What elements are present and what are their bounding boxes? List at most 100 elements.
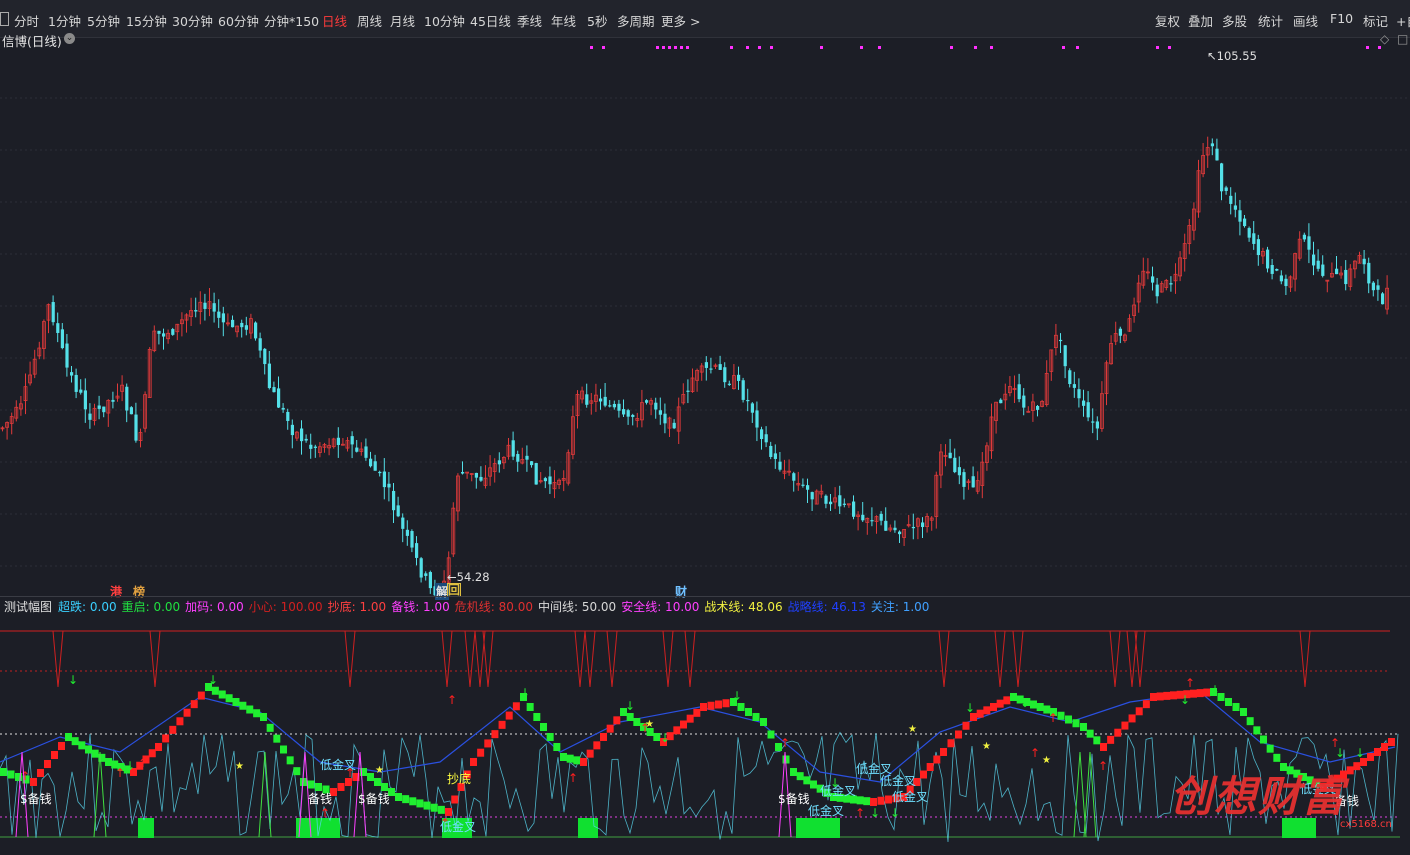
- toolbar-right-6[interactable]: 标记: [1363, 11, 1388, 30]
- candle: [171, 327, 175, 336]
- svg-text:↑: ↑: [1048, 711, 1058, 725]
- candlestick-chart[interactable]: [0, 38, 1410, 596]
- candle: [741, 377, 745, 403]
- toolbar-right-2[interactable]: 多股: [1222, 11, 1247, 30]
- pane-divider[interactable]: [0, 596, 1410, 597]
- candle: [929, 516, 934, 531]
- candle: [861, 501, 865, 522]
- candle: [699, 363, 704, 381]
- candle: [92, 403, 97, 426]
- candle: [525, 445, 529, 472]
- candle: [474, 472, 478, 489]
- candle: [847, 503, 851, 508]
- candle: [557, 478, 561, 490]
- candle: [654, 397, 658, 419]
- candle: [506, 437, 511, 460]
- candle: [147, 347, 152, 398]
- tag-buyback[interactable]: 回: [447, 583, 462, 597]
- svg-text:↑: ↑: [115, 766, 125, 780]
- indicator-annotation: 备钱: [308, 792, 333, 806]
- candle: [713, 363, 718, 369]
- period-tab-11[interactable]: 45日线: [470, 11, 511, 30]
- svg-text:↓: ↓: [965, 701, 975, 715]
- candle: [419, 556, 423, 583]
- indicator-header: 测试幅图 超跌: 0.00 重启: 0.00 加码: 0.00 小心: 100.00 抄底…: [0, 598, 1410, 614]
- candle: [884, 507, 888, 531]
- period-tab-7[interactable]: 日线: [322, 11, 347, 30]
- candle: [989, 403, 994, 459]
- candle: [921, 517, 925, 539]
- candle: [704, 356, 708, 381]
- period-tab-5[interactable]: 60分钟: [218, 11, 259, 30]
- toolbar-right-5[interactable]: F10: [1330, 11, 1353, 26]
- indicator-annotation: 抄底: [447, 772, 472, 786]
- candle: [957, 456, 961, 485]
- candle: [313, 444, 317, 458]
- period-tab-6[interactable]: 分钟*150: [264, 11, 319, 30]
- period-tab-8[interactable]: 周线: [357, 11, 382, 30]
- candle: [1316, 249, 1320, 272]
- candle: [1307, 223, 1311, 264]
- toolbar-right-0[interactable]: 复权: [1155, 11, 1180, 30]
- candle: [65, 334, 69, 377]
- period-tab-0[interactable]: 分时: [14, 11, 39, 30]
- low-price-label: ←54.28: [447, 570, 490, 584]
- candle: [401, 513, 405, 543]
- candle: [143, 391, 148, 433]
- period-tab-10[interactable]: 10分钟: [424, 11, 465, 30]
- candle: [1312, 241, 1316, 276]
- svg-text:↑: ↑: [568, 771, 578, 785]
- period-tab-15[interactable]: 多周期: [617, 11, 655, 30]
- svg-text:↑: ↑: [1030, 746, 1040, 760]
- toolbar-right-7[interactable]: +自: [1396, 11, 1410, 30]
- period-tab-4[interactable]: 30分钟: [172, 11, 213, 30]
- candle: [1091, 408, 1095, 434]
- candle: [300, 420, 304, 455]
- candle: [879, 511, 883, 526]
- candle: [994, 401, 998, 434]
- candle: [1371, 281, 1375, 297]
- candle: [304, 434, 308, 443]
- candle: [814, 489, 819, 505]
- period-tab-12[interactable]: 季线: [517, 11, 542, 30]
- candle: [552, 470, 557, 499]
- candle: [888, 524, 893, 533]
- toolbar-right-3[interactable]: 统计: [1258, 11, 1283, 30]
- period-tab-2[interactable]: 5分钟: [87, 11, 120, 30]
- svg-text:↓: ↓: [68, 673, 78, 687]
- candle: [838, 485, 842, 514]
- candle: [1339, 266, 1343, 279]
- svg-text:↑: ↑: [855, 806, 865, 820]
- candle: [1049, 349, 1054, 381]
- candle: [1325, 279, 1330, 293]
- sidebar-toggle-icon[interactable]: [0, 12, 9, 26]
- period-tab-3[interactable]: 15分钟: [126, 11, 167, 30]
- period-tab-13[interactable]: 年线: [551, 11, 576, 30]
- candle: [162, 328, 166, 350]
- period-tab-1[interactable]: 1分钟: [48, 11, 81, 30]
- indicator-annotation: 低金叉: [880, 774, 917, 788]
- period-tab-16[interactable]: 更多 >: [661, 11, 700, 30]
- candle: [410, 529, 414, 553]
- candle: [1132, 297, 1136, 323]
- candle: [1031, 393, 1035, 422]
- candle: [755, 401, 759, 442]
- candle: [769, 441, 773, 460]
- candle: [810, 491, 814, 512]
- candle: [548, 466, 552, 494]
- candle: [566, 449, 571, 486]
- toolbar-right-1[interactable]: 叠加: [1188, 11, 1213, 30]
- candle: [272, 381, 276, 393]
- candle: [672, 419, 676, 430]
- candle: [1109, 335, 1113, 365]
- period-tab-14[interactable]: 5秒: [587, 11, 607, 30]
- candle: [985, 442, 989, 471]
- candle: [102, 406, 106, 418]
- period-tab-9[interactable]: 月线: [390, 11, 415, 30]
- candle: [1302, 232, 1306, 242]
- candle: [681, 383, 686, 405]
- toolbar-right-4[interactable]: 画线: [1293, 11, 1318, 30]
- candle: [599, 388, 603, 410]
- candle: [1104, 360, 1109, 406]
- candle: [608, 400, 612, 408]
